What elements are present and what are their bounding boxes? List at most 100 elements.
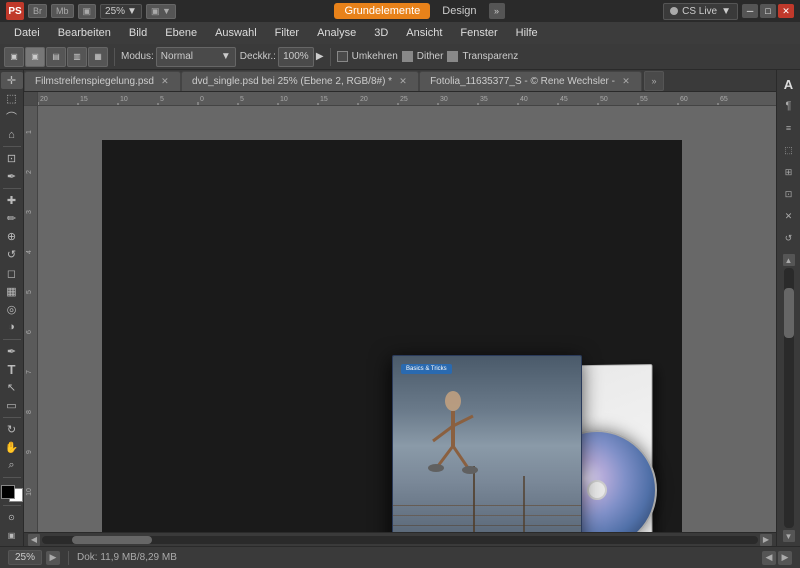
panel-btn-3[interactable]: ⊞ (779, 162, 799, 182)
color-swatches[interactable] (1, 485, 23, 502)
move-tool[interactable]: ✛ (1, 72, 23, 89)
history-tool[interactable]: ↺ (1, 246, 23, 263)
umkehren-label: Umkehren (352, 51, 398, 62)
menu-auswahl[interactable]: Auswahl (207, 25, 265, 41)
bridge-btn[interactable]: Br (28, 4, 47, 18)
menu-analyse[interactable]: Analyse (309, 25, 364, 41)
workspace-tab-grundelemente[interactable]: Grundelemente (334, 3, 430, 19)
quick-select-tool[interactable]: ⌂ (1, 126, 23, 143)
canvas-viewport[interactable]: Basics & Tricks (52, 120, 776, 532)
eraser-tool[interactable]: ◻ (1, 265, 23, 282)
shape-btn-5[interactable]: ▦ (88, 47, 108, 67)
vscroll-track[interactable] (784, 268, 794, 528)
menu-ebene[interactable]: Ebene (157, 25, 205, 41)
opacity-arrow[interactable]: ▶ (316, 51, 324, 62)
gradient-tool[interactable]: ▦ (1, 283, 23, 300)
shape-btn-1[interactable]: ▣ (4, 47, 24, 67)
healing-tool[interactable]: ✚ (1, 192, 23, 209)
panel-btn-4[interactable]: ⊡ (779, 184, 799, 204)
doc-tab-fotolia[interactable]: Fotolia_11635377_S - © Rene Wechsler - ✕ (419, 71, 642, 91)
zoom-tool[interactable]: ⌕ (1, 457, 23, 474)
blend-mode-select[interactable]: Normal ▼ (156, 47, 236, 67)
statusbar: 25% ▶ Dok: 11,9 MB/8,29 MB ◀ ▶ (0, 546, 800, 568)
panel-btn-2[interactable]: ⬚ (779, 140, 799, 160)
panel-btn-6[interactable]: ↺ (779, 228, 799, 248)
transparenz-checkbox[interactable] (447, 51, 458, 62)
panel-btn-5[interactable]: ✕ (779, 206, 799, 226)
tab-close-dvd[interactable]: ✕ (398, 77, 408, 87)
opacity-group: Deckkr.: 100% ▶ (240, 47, 324, 67)
shape-btn-2[interactable]: ▣ (25, 47, 45, 67)
shape-tool[interactable]: ▭ (1, 397, 23, 414)
menu-fenster[interactable]: Fenster (452, 25, 505, 41)
dodge-tool[interactable]: ◑ (1, 319, 23, 336)
hscroll-left[interactable]: ◀ (28, 534, 40, 546)
hscroll-right[interactable]: ▶ (760, 534, 772, 546)
menu-bild[interactable]: Bild (121, 25, 155, 41)
clone-tool[interactable]: ⊕ (1, 228, 23, 245)
skater-figure (423, 386, 483, 486)
hscroll-thumb[interactable] (72, 536, 152, 544)
nav-prev[interactable]: ◀ (762, 551, 776, 565)
blur-tool[interactable]: ◎ (1, 301, 23, 318)
foreground-color[interactable] (1, 485, 15, 499)
doc-tab-filmstreifen[interactable]: Filmstreifenspiegelung.psd ✕ (24, 71, 181, 91)
brush-tool[interactable]: ✏ (1, 210, 23, 227)
status-zoom-arrow[interactable]: ▶ (46, 551, 60, 565)
hand-tool[interactable]: ✋ (1, 439, 23, 456)
panel-btn-type[interactable]: A (779, 74, 799, 94)
cslive-button[interactable]: CS Live ▼ (663, 3, 738, 20)
minimize-button[interactable]: ─ (742, 4, 758, 18)
workspace-overflow[interactable]: » (489, 3, 505, 19)
type-tool[interactable]: T (1, 361, 23, 378)
quick-mask-btn[interactable]: ⊙ (1, 509, 23, 526)
tab-label-dvd: dvd_single.psd bei 25% (Ebene 2, RGB/8#)… (192, 76, 392, 87)
menu-bearbeiten[interactable]: Bearbeiten (50, 25, 119, 41)
svg-text:6: 6 (26, 330, 33, 334)
menu-datei[interactable]: Datei (6, 25, 48, 41)
svg-text:25: 25 (400, 96, 408, 103)
close-button[interactable]: ✕ (778, 4, 794, 18)
crop-tool[interactable]: ⊡ (1, 150, 23, 167)
tool-sep-5 (3, 477, 21, 478)
minibrige-btn[interactable]: Mb (51, 4, 74, 18)
menu-filter[interactable]: Filter (267, 25, 307, 41)
zoom-selector[interactable]: 25% ▼ (100, 4, 142, 19)
tab-close-fotolia[interactable]: ✕ (621, 77, 631, 87)
tool-preset-icon[interactable]: ▣ (78, 4, 97, 19)
panel-btn-para[interactable]: ¶ (779, 96, 799, 116)
menu-hilfe[interactable]: Hilfe (508, 25, 546, 41)
doc-tab-dvd[interactable]: dvd_single.psd bei 25% (Ebene 2, RGB/8#)… (181, 71, 419, 91)
workspace-tab-design[interactable]: Design (432, 3, 486, 19)
lasso-tool[interactable]: ⌒ (1, 108, 23, 125)
document-tabbar: Filmstreifenspiegelung.psd ✕ dvd_single.… (24, 70, 776, 92)
shape-btn-3[interactable]: ▤ (46, 47, 66, 67)
umkehren-checkbox[interactable] (337, 51, 348, 62)
pen-tool[interactable]: ✒ (1, 343, 23, 360)
hscroll-track[interactable] (42, 536, 758, 544)
arrange-selector[interactable]: ▣ ▼ (146, 4, 176, 19)
path-select-tool[interactable]: ↖ (1, 379, 23, 396)
dither-checkbox[interactable] (402, 51, 413, 62)
opacity-input[interactable]: 100% (278, 47, 314, 67)
select-rect-tool[interactable]: ⬚ (1, 90, 23, 107)
svg-text:2: 2 (26, 170, 33, 174)
vscroll-up[interactable]: ▲ (783, 254, 795, 266)
nav-next[interactable]: ▶ (778, 551, 792, 565)
menu-3d[interactable]: 3D (366, 25, 396, 41)
3d-tool[interactable]: ↻ (1, 421, 23, 438)
tab-close-filmstreifen[interactable]: ✕ (160, 77, 170, 87)
screen-mode-btn[interactable]: ▣ (1, 527, 23, 544)
status-zoom-value[interactable]: 25% (8, 550, 42, 565)
panel-btn-1[interactable]: ≡ (779, 118, 799, 138)
vscroll-thumb[interactable] (784, 288, 794, 338)
status-nav: ◀ ▶ (762, 551, 792, 565)
vscroll-down[interactable]: ▼ (783, 530, 795, 542)
eyedropper-tool[interactable]: ✒ (1, 168, 23, 185)
shape-btn-4[interactable]: ▥ (67, 47, 87, 67)
menu-ansicht[interactable]: Ansicht (398, 25, 450, 41)
canvas-area: Filmstreifenspiegelung.psd ✕ dvd_single.… (24, 70, 776, 546)
tab-overflow[interactable]: » (644, 71, 664, 91)
maximize-button[interactable]: □ (760, 4, 776, 18)
ruler-horizontal: 20 15 10 5 0 5 10 15 (38, 92, 776, 105)
